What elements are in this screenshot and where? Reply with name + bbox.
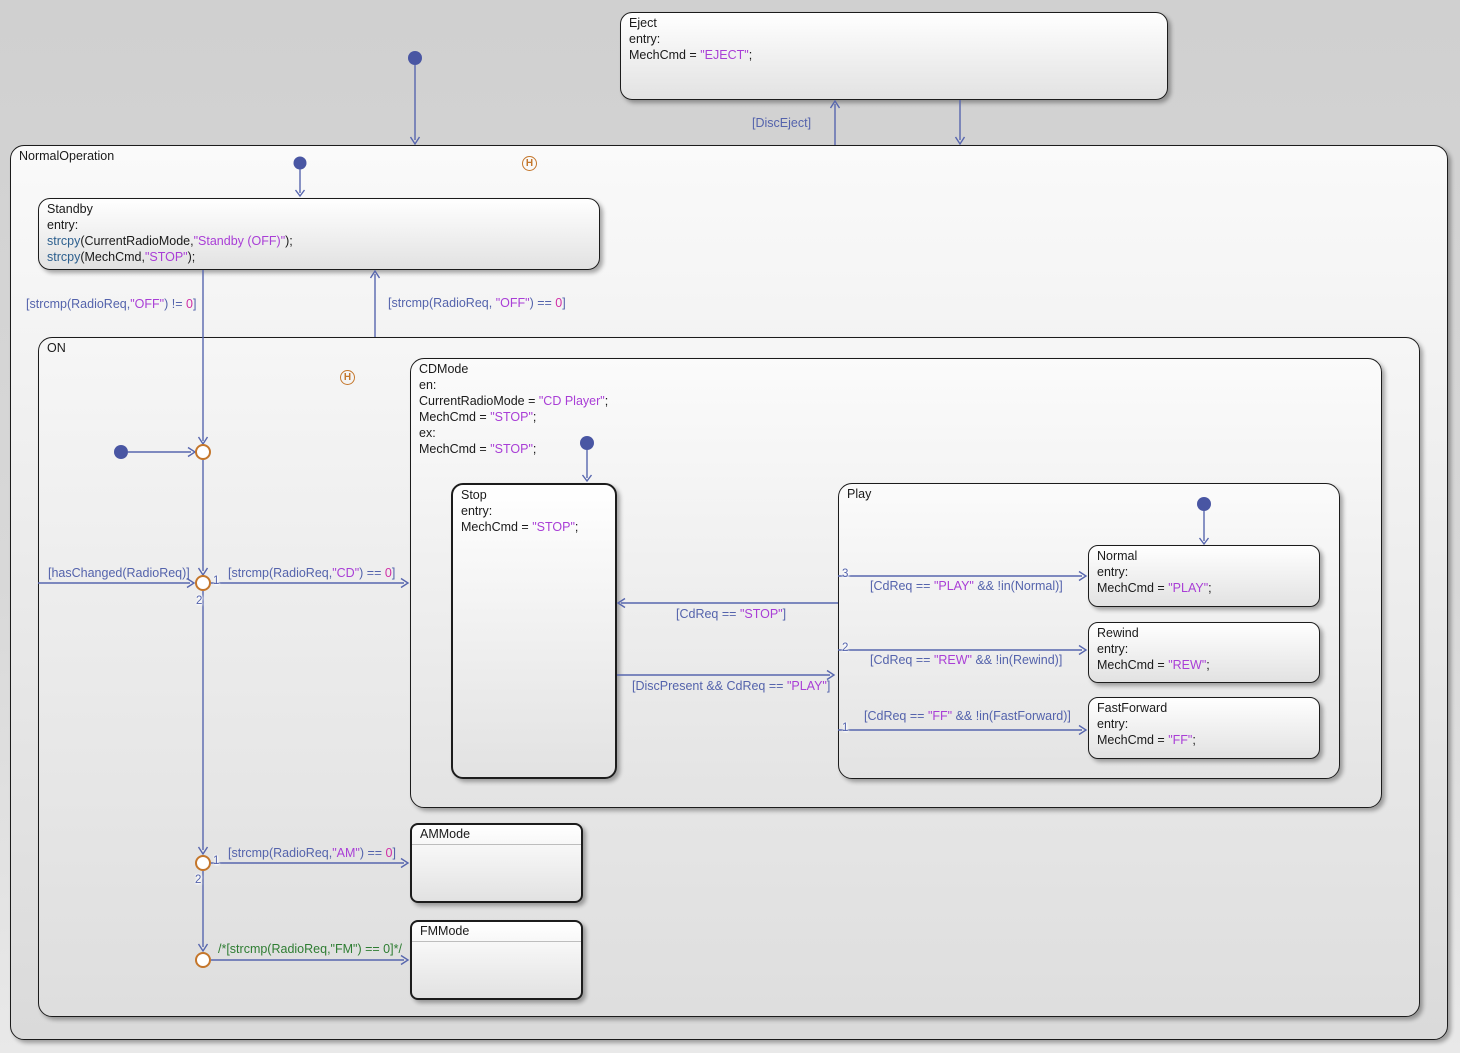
state-eject[interactable]: Eject entry: MechCmd = "EJECT"; bbox=[620, 12, 1168, 100]
state-title-normal: Normal bbox=[1097, 549, 1138, 563]
transition-label-radio-cd[interactable]: [strcmp(RadioReq,"CD") == 0] bbox=[228, 566, 395, 580]
transition-label-cd-rew[interactable]: [CdReq == "REW" && !in(Rewind)] bbox=[870, 653, 1062, 667]
state-action-line: strcpy(MechCmd,"STOP"); bbox=[47, 250, 196, 264]
transition-order-label: 3 bbox=[842, 568, 849, 580]
state-action-line: MechCmd = "FF"; bbox=[1097, 733, 1196, 747]
state-title-ammode: AMMode bbox=[412, 825, 581, 845]
history-junction-icon[interactable]: H bbox=[522, 156, 537, 171]
state-title-play: Play bbox=[847, 487, 872, 501]
default-transition-dot[interactable] bbox=[408, 51, 422, 65]
state-title-stop: Stop bbox=[461, 488, 487, 502]
state-title-fmmode: FMMode bbox=[412, 922, 581, 942]
transition-order-label: 1 bbox=[842, 722, 849, 734]
state-action-line: entry: bbox=[1097, 717, 1129, 731]
state-action-line: MechCmd = "PLAY"; bbox=[1097, 581, 1212, 595]
transition-label-disc-present-play[interactable]: [DiscPresent && CdReq == "PLAY"] bbox=[632, 679, 830, 693]
state-action-line: entry: bbox=[461, 504, 493, 518]
transition-order-label: 1 bbox=[213, 855, 220, 867]
transition-label-radio-fm-comment[interactable]: /*[strcmp(RadioReq,"FM") == 0]*/ bbox=[218, 942, 402, 956]
state-fmmode[interactable]: FMMode bbox=[410, 920, 583, 1000]
transition-order-label: 2 bbox=[842, 642, 849, 654]
state-title-fastforward: FastForward bbox=[1097, 701, 1168, 715]
state-title-on: ON bbox=[47, 341, 66, 355]
state-action-line: MechCmd = "REW"; bbox=[1097, 658, 1210, 672]
state-action-line: CurrentRadioMode = "CD Player"; bbox=[419, 394, 609, 408]
transition-order-label: 1 bbox=[213, 575, 220, 587]
transition-label-radio-off-ne[interactable]: [strcmp(RadioReq,"OFF") != 0] bbox=[26, 297, 196, 311]
transition-label-cd-stop[interactable]: [CdReq == "STOP"] bbox=[676, 607, 786, 621]
state-title-cdmode: CDMode bbox=[419, 362, 469, 376]
state-action-line: ex: bbox=[419, 426, 436, 440]
state-fastforward[interactable]: FastForward entry: MechCmd = "FF"; bbox=[1088, 697, 1320, 759]
state-action-line: MechCmd = "STOP"; bbox=[461, 520, 579, 534]
state-action-line: strcpy(CurrentRadioMode,"Standby (OFF)")… bbox=[47, 234, 293, 248]
transition-order-label: 2 bbox=[196, 595, 203, 607]
transition-label-cd-ff[interactable]: [CdReq == "FF" && !in(FastForward)] bbox=[864, 709, 1071, 723]
state-title-normal-operation: NormalOperation bbox=[19, 149, 115, 163]
state-normal[interactable]: Normal entry: MechCmd = "PLAY"; bbox=[1088, 545, 1320, 607]
state-rewind[interactable]: Rewind entry: MechCmd = "REW"; bbox=[1088, 622, 1320, 683]
history-junction-icon[interactable]: H bbox=[340, 370, 355, 385]
default-transition-chart[interactable] bbox=[408, 51, 422, 146]
state-title-rewind: Rewind bbox=[1097, 626, 1139, 640]
transition-label-has-changed[interactable]: [hasChanged(RadioReq)] bbox=[48, 566, 190, 580]
transition-disc-eject[interactable] bbox=[829, 99, 841, 145]
state-action-line: MechCmd = "STOP"; bbox=[419, 410, 537, 424]
transition-label-radio-am[interactable]: [strcmp(RadioReq,"AM") == 0] bbox=[228, 846, 396, 860]
state-action-line: entry: bbox=[1097, 565, 1129, 579]
state-action-line: MechCmd = "EJECT"; bbox=[629, 48, 753, 62]
state-standby[interactable]: Standby entry: strcpy(CurrentRadioMode,"… bbox=[38, 198, 600, 270]
state-action-line: en: bbox=[419, 378, 437, 392]
state-stop[interactable]: Stop entry: MechCmd = "STOP"; bbox=[451, 483, 617, 779]
state-title-eject: Eject bbox=[629, 16, 657, 30]
state-ammode[interactable]: AMMode bbox=[410, 823, 583, 903]
state-action-line: MechCmd = "STOP"; bbox=[419, 442, 537, 456]
transition-label-radio-off-eq[interactable]: [strcmp(RadioReq, "OFF") == 0] bbox=[388, 296, 566, 310]
state-action-line: entry: bbox=[47, 218, 79, 232]
state-action-line: entry: bbox=[1097, 642, 1129, 656]
state-action-line: entry: bbox=[629, 32, 661, 46]
transition-eject-return[interactable] bbox=[954, 100, 966, 146]
transition-label-disc-eject[interactable]: [DiscEject] bbox=[752, 116, 811, 130]
stateflow-chart-canvas[interactable]: NormalOperation ON CDMode en: CurrentRad… bbox=[0, 0, 1460, 1053]
state-title-standby: Standby bbox=[47, 202, 93, 216]
transition-label-cd-play[interactable]: [CdReq == "PLAY" && !in(Normal)] bbox=[870, 579, 1063, 593]
transition-order-label: 2 bbox=[195, 874, 202, 886]
